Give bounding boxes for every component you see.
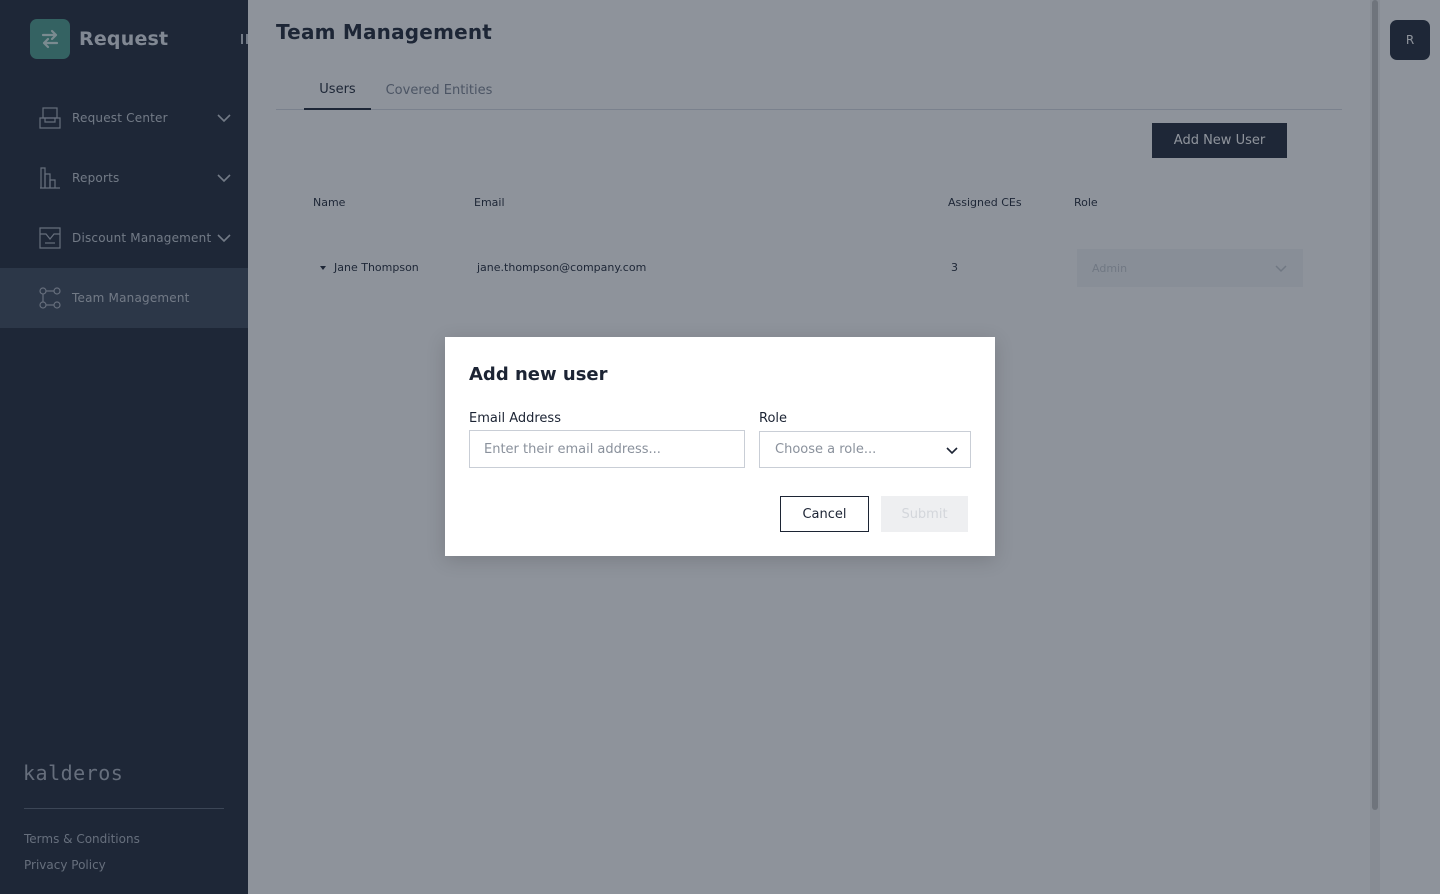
add-user-modal: Add new user Email Address Role Choose a…	[445, 337, 995, 556]
role-dropdown-placeholder: Choose a role...	[775, 442, 877, 457]
email-field[interactable]	[469, 430, 745, 468]
submit-button[interactable]: Submit	[881, 496, 968, 532]
role-dropdown[interactable]: Choose a role...	[759, 431, 971, 468]
chevron-down-icon	[946, 447, 958, 455]
role-label: Role	[759, 411, 788, 426]
cancel-button[interactable]: Cancel	[780, 496, 869, 532]
modal-title: Add new user	[469, 364, 608, 385]
email-label: Email Address	[469, 411, 561, 426]
